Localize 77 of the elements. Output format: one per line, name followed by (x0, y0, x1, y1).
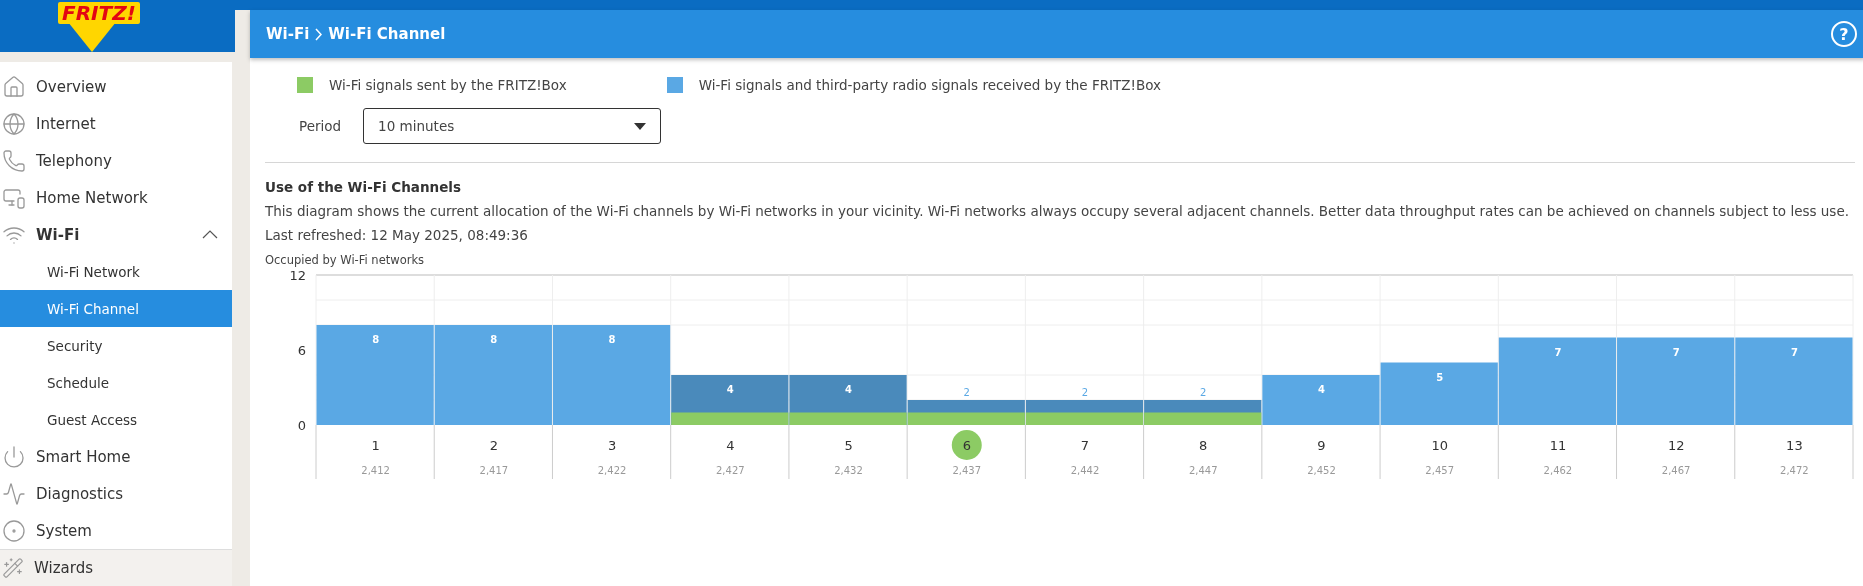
value-label: 8 (608, 334, 616, 345)
frequency-label: 2,462 (1543, 465, 1573, 476)
legend-label: Wi-Fi signals sent by the FRITZ!Box (329, 77, 567, 93)
description-text: This diagram shows the current allocation of the Wi-Fi channels by Wi-Fi networks in your vicinity. Wi-Fi networks always occupy several adjacent channels. Better data throughput rates can be achieved on channels subject to less use. (265, 203, 1850, 219)
channel-label: 10 (1431, 438, 1448, 453)
value-label: 4 (726, 384, 734, 395)
nav-icon (2, 444, 26, 469)
frequency-label: 2,417 (479, 465, 509, 476)
section-title: Use of the Wi-Fi Channels (265, 179, 462, 195)
page-title: Wi-Fi Channel (328, 25, 446, 43)
frequency-label: 2,442 (1070, 465, 1100, 476)
frequency-label: 2,467 (1661, 465, 1691, 476)
channel-label: 11 (1549, 438, 1567, 453)
channel-label: 13 (1786, 438, 1803, 453)
wizards-item[interactable]: Wizards (0, 549, 232, 586)
channel-label: 8 (1199, 438, 1208, 453)
channel-label: 2 (489, 438, 498, 453)
channel-label: 7 (1080, 438, 1090, 453)
breadcrumb-link[interactable]: Wi-Fi (266, 25, 310, 43)
nav-subitem[interactable]: Security (0, 327, 232, 364)
value-label: 8 (372, 334, 380, 345)
frequency-label: 2,432 (834, 465, 863, 476)
refresh-time: Last refreshed: 12 May 2025, 08:49:36 (265, 227, 529, 243)
nav-item[interactable]: Overview (0, 68, 232, 105)
frequency-label: 2,437 (952, 465, 982, 476)
value-label: 7 (1790, 346, 1798, 358)
value-label: 2 (963, 387, 970, 398)
frequency-label: 2,457 (1425, 465, 1454, 476)
channel-label: 4 (726, 438, 735, 453)
nav-item[interactable]: Home Network (0, 179, 232, 216)
channel-label: 1 (371, 438, 380, 453)
frequency-label: 2,452 (1307, 465, 1336, 476)
nav-subitem[interactable]: Wi-Fi Network (0, 253, 232, 290)
nav-item[interactable]: Wi-Fi (0, 216, 232, 253)
frequency-label: 2,427 (716, 465, 745, 476)
value-label: 7 (1672, 346, 1680, 358)
axis-label: 6 (297, 343, 306, 358)
channel-label: 5 (844, 438, 853, 453)
nav-icon (2, 481, 26, 506)
nav-item[interactable]: System (0, 512, 232, 549)
nav-subitem[interactable]: Guest Access (0, 401, 232, 438)
axis-label: 0 (297, 418, 306, 433)
nav-icon (2, 111, 26, 136)
value-label: 2 (1081, 387, 1089, 398)
channel-label: 9 (1317, 438, 1326, 453)
value-label: 7 (1554, 346, 1562, 358)
frequency-label: 2,472 (1780, 465, 1809, 476)
value-label: 5 (1436, 371, 1444, 383)
nav-item[interactable]: Smart Home (0, 438, 232, 475)
period-select[interactable]: 10 minutes (363, 108, 662, 144)
nav-icon (2, 148, 26, 173)
nav-subitem[interactable]: Wi-Fi Channel (0, 290, 232, 327)
help-button[interactable]: ? (1831, 21, 1857, 47)
chevron-right-icon (315, 27, 323, 41)
frequency-label: 2,422 (597, 465, 627, 476)
frequency-label: 2,447 (1188, 465, 1218, 476)
axis-title: Occupied by Wi-Fi networks (265, 253, 426, 267)
channel-label: 6 (962, 438, 971, 453)
nav-icon (2, 74, 26, 99)
logo-text: FRITZ! (58, 2, 140, 24)
channel-label: 12 (1667, 438, 1685, 453)
legend-label: Wi-Fi signals and third-party radio signals received by the FRITZ!Box (698, 77, 1161, 93)
channel-label: 3 (607, 438, 617, 453)
nav-subitem[interactable]: Schedule (0, 364, 232, 401)
value-label: 8 (490, 334, 498, 345)
frequency-label: 2,412 (361, 465, 390, 476)
nav-icon (2, 518, 26, 543)
period-label: Period (299, 118, 342, 134)
nav-item[interactable]: Internet (0, 105, 232, 142)
value-label: 4 (1318, 384, 1325, 395)
wand-icon (2, 557, 24, 579)
caret-icon (634, 122, 647, 130)
axis-label: 12 (289, 268, 306, 283)
value-label: 4 (845, 384, 852, 395)
nav-item[interactable]: Telephony (0, 142, 232, 179)
nav-item[interactable]: Diagnostics (0, 475, 232, 512)
value-label: 2 (1200, 387, 1207, 398)
